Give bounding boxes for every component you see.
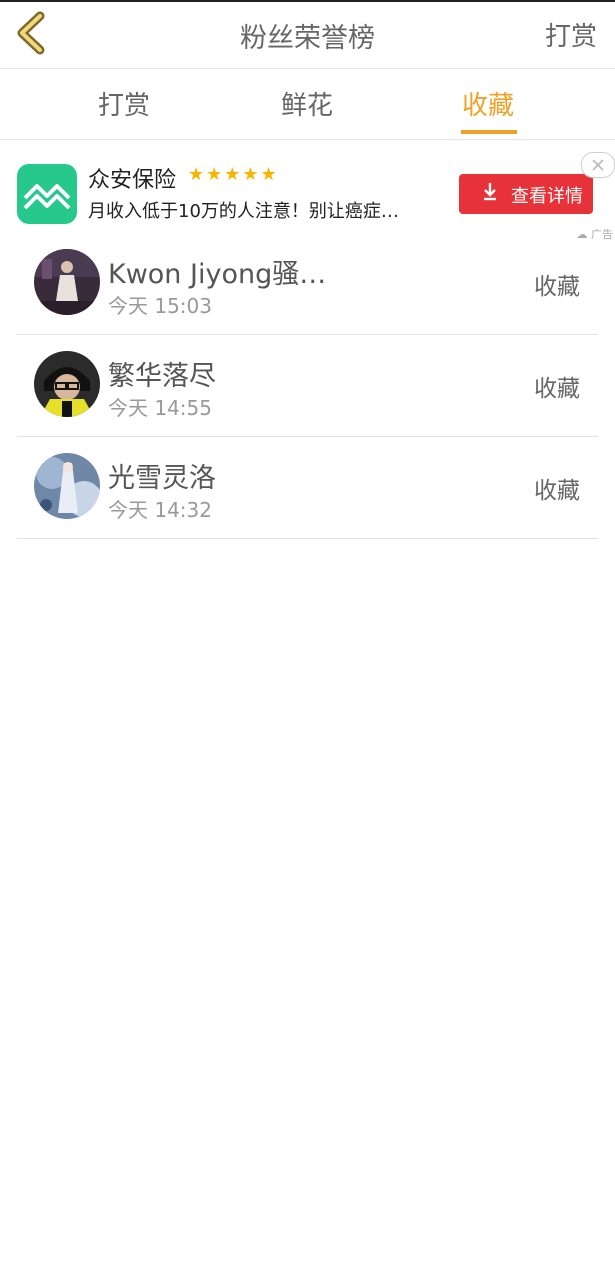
reward-button[interactable]: 打赏 <box>545 16 597 53</box>
app-logo-icon <box>17 164 77 224</box>
close-icon <box>592 159 604 171</box>
ad-description: 月收入低于10万的人注意！别让癌症… <box>88 201 399 222</box>
tab-bar: 打赏 鲜花 收藏 <box>0 69 615 140</box>
timestamp: 今天 14:55 <box>108 396 212 420</box>
view-details-button[interactable]: 查看详情 <box>459 174 593 214</box>
user-name: 繁华落尽 <box>108 361 216 392</box>
ad-close-button[interactable] <box>581 152 615 178</box>
list-item[interactable]: Kwon Jiyong骚… 今天 15:03 收藏 <box>17 232 598 335</box>
rating-stars-icon: ★★★★★ <box>188 164 279 185</box>
avatar[interactable] <box>34 351 100 417</box>
tab-favorites[interactable]: 收藏 <box>462 85 514 122</box>
ad-banner[interactable]: 众安保险 ★★★★★ 月收入低于10万的人注意！别让癌症… 查看详情 ☁ 广告 <box>0 140 615 241</box>
list-item[interactable]: 繁华落尽 今天 14:55 收藏 <box>17 334 598 437</box>
list-item[interactable]: 光雪灵洛 今天 14:32 收藏 <box>17 436 598 539</box>
tab-reward[interactable]: 打赏 <box>98 85 150 122</box>
favorite-label: 收藏 <box>534 478 580 504</box>
timestamp: 今天 15:03 <box>108 294 212 318</box>
favorite-label: 收藏 <box>534 376 580 402</box>
header: 粉丝荣誉榜 打赏 <box>0 2 615 69</box>
active-tab-indicator <box>461 130 517 134</box>
avatar[interactable] <box>34 453 100 519</box>
download-icon <box>484 183 496 201</box>
timestamp: 今天 14:32 <box>108 498 212 522</box>
tab-flowers[interactable]: 鲜花 <box>281 85 333 122</box>
favorite-label: 收藏 <box>534 274 580 300</box>
ad-title: 众安保险 <box>88 168 177 193</box>
page-title: 粉丝荣誉榜 <box>240 23 375 54</box>
view-details-label: 查看详情 <box>511 186 583 207</box>
avatar[interactable] <box>34 249 100 315</box>
user-name: Kwon Jiyong骚… <box>108 259 327 290</box>
user-name: 光雪灵洛 <box>108 463 216 494</box>
